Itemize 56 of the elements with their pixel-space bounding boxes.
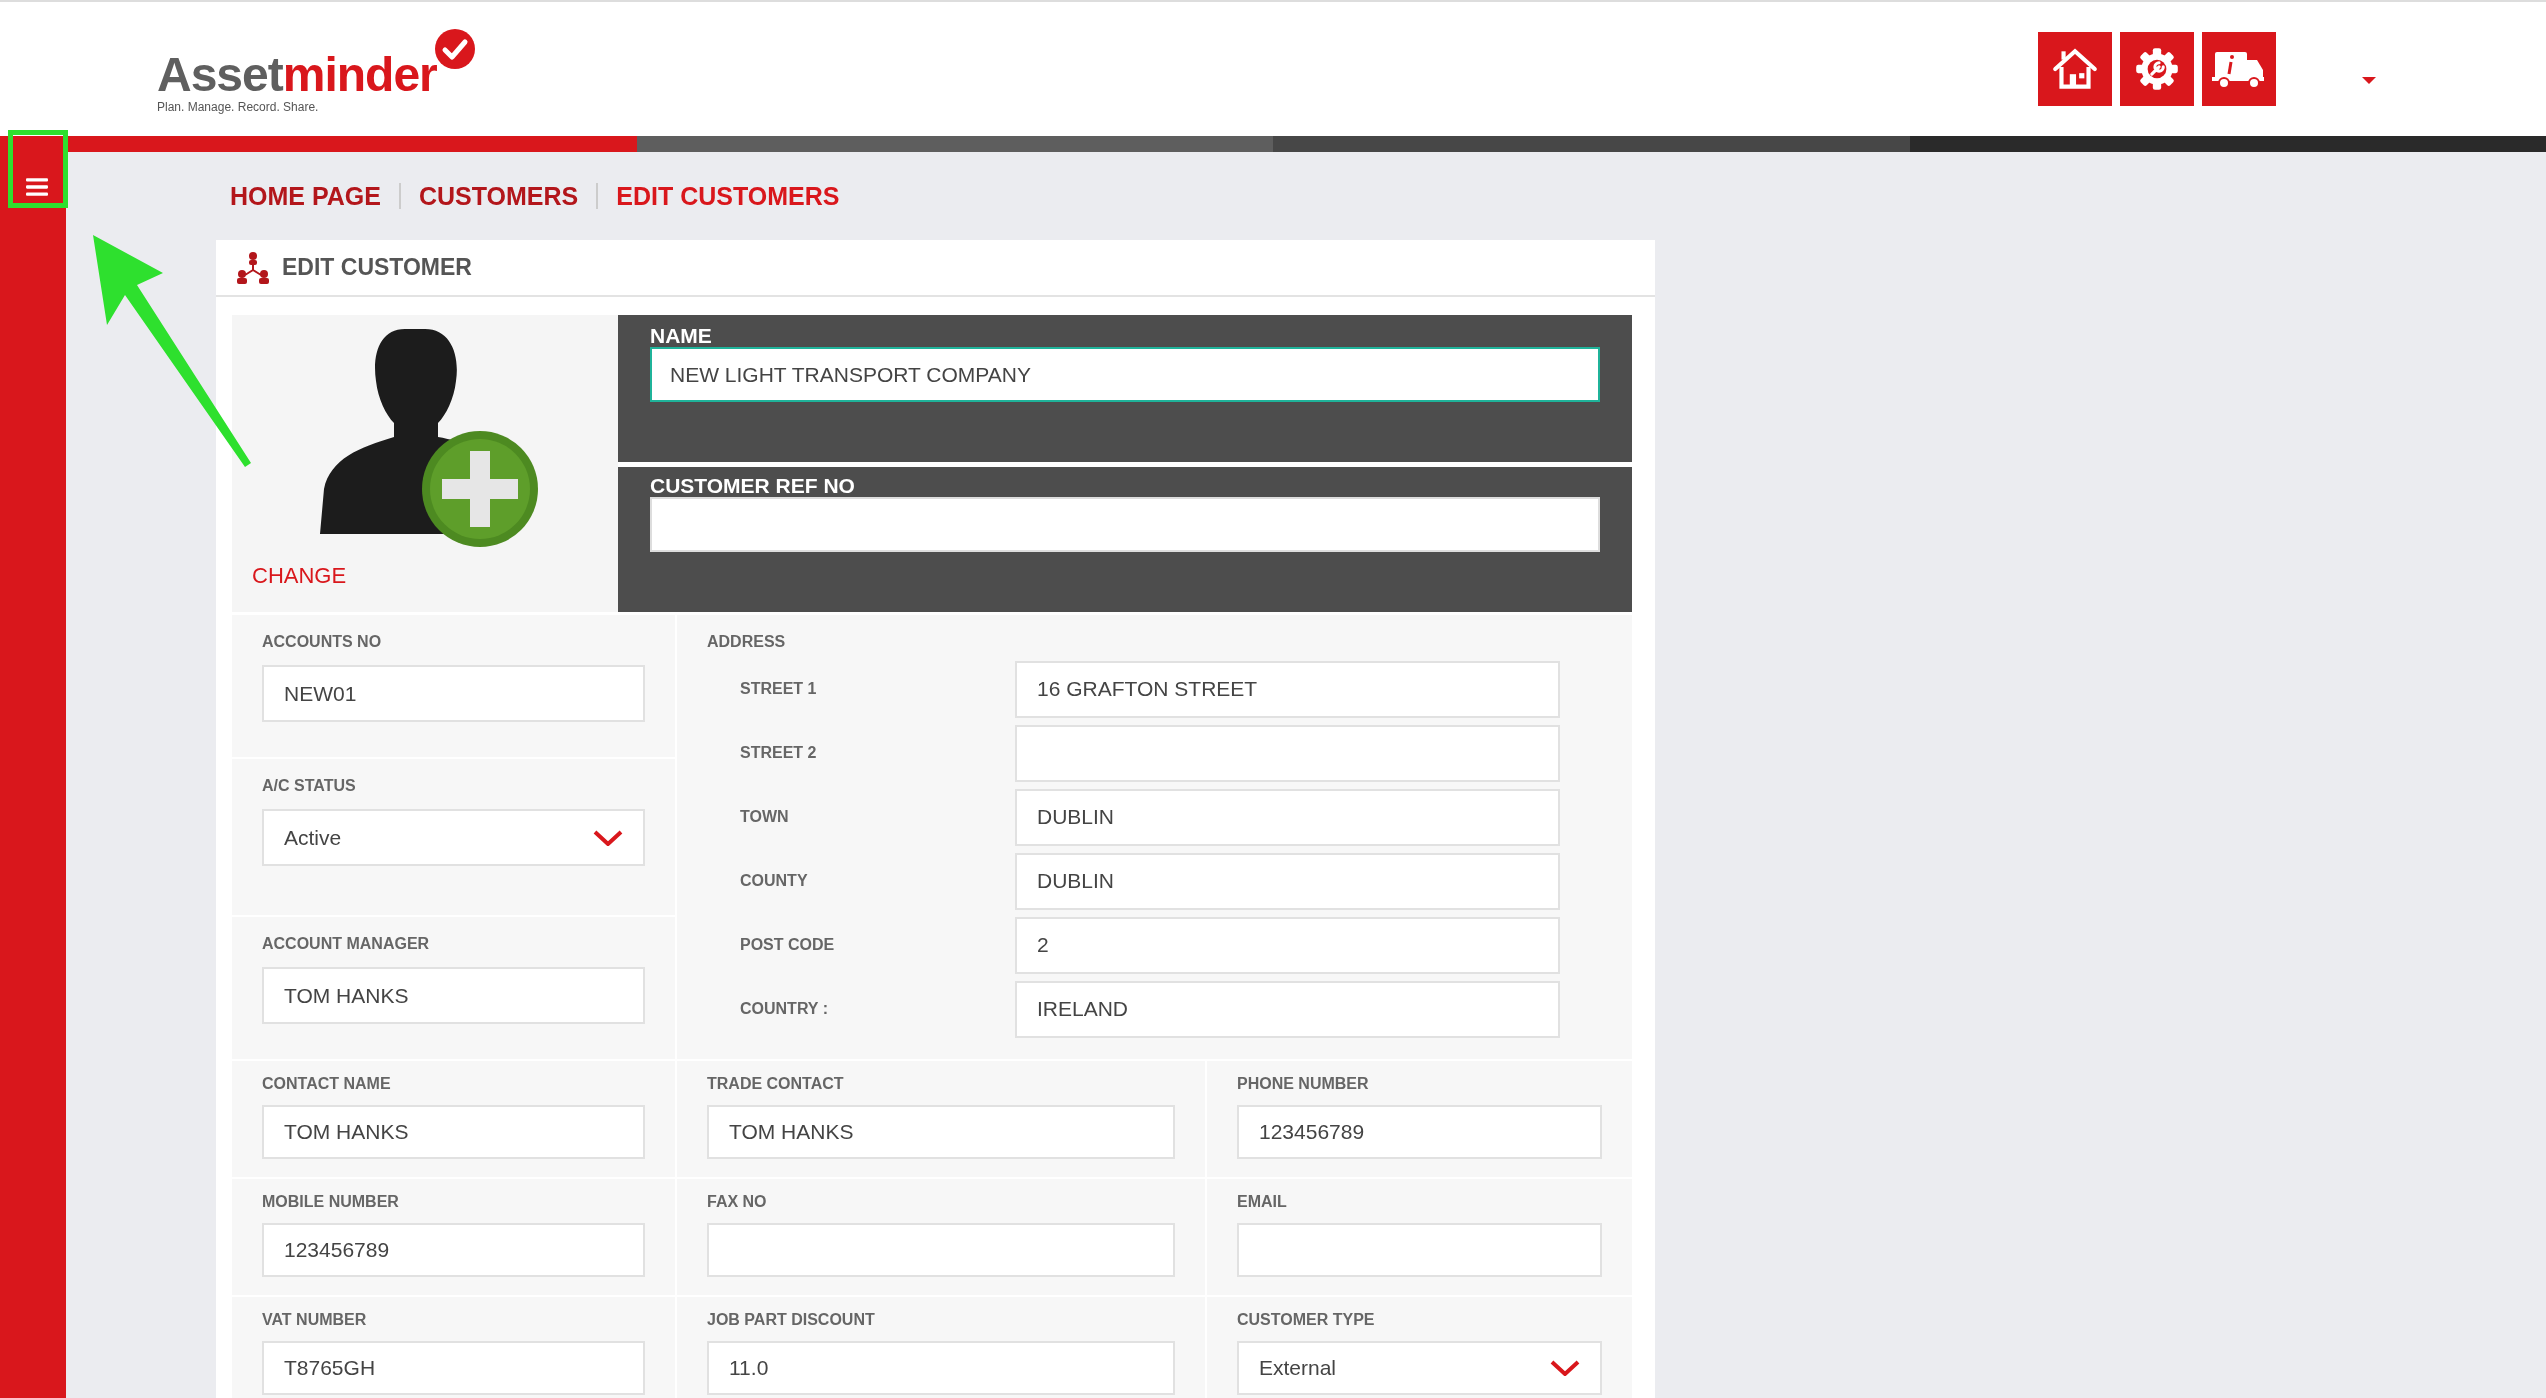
field-label: JOB PART DISCOUNT <box>707 1311 876 1329</box>
home-button[interactable] <box>2038 32 2112 106</box>
field-label: COUNTRY : <box>739 1000 829 1018</box>
input-field[interactable]: NEW01 <box>262 665 645 722</box>
chevron-down-icon <box>593 829 623 846</box>
org-chart-icon <box>236 250 270 285</box>
field-label: TRADE CONTACT <box>707 1075 845 1093</box>
name-input-field[interactable]: NEW LIGHT TRANSPORT COMPANY <box>650 347 1600 402</box>
field-label: NAME <box>650 325 713 347</box>
customer-ref-input-field[interactable] <box>650 497 1600 552</box>
settings-button[interactable] <box>2120 32 2194 106</box>
field-label: MOBILE NUMBER <box>262 1193 400 1211</box>
dropdown-field[interactable]: External <box>1237 1341 1602 1395</box>
card-title: EDIT CUSTOMER <box>282 254 472 281</box>
menu-icon <box>26 178 48 196</box>
field-label: ACCOUNT MANAGER <box>262 935 431 953</box>
field-label: CUSTOMER REF NO <box>650 475 856 497</box>
input-field[interactable]: TOM HANKS <box>262 967 645 1024</box>
field-label: PHONE NUMBER <box>1237 1075 1370 1093</box>
field-label: EMAIL <box>1237 1193 1288 1211</box>
field-label: CUSTOMER TYPE <box>1237 1311 1376 1329</box>
input-field[interactable]: TOM HANKS <box>707 1105 1175 1159</box>
chevron-down-icon <box>1550 1360 1580 1376</box>
input-field[interactable] <box>1237 1223 1602 1277</box>
field-label: VAT NUMBER <box>262 1311 368 1329</box>
field-label: ACCOUNTS NO <box>262 633 383 651</box>
field-label: POST CODE <box>739 936 836 954</box>
input-field[interactable]: IRELAND <box>1015 980 1560 1038</box>
dropdown-caret-icon[interactable] <box>2362 76 2376 84</box>
field-label: TOWN <box>739 808 790 826</box>
field-label: COUNTY <box>739 872 809 890</box>
input-field[interactable]: DUBLIN <box>1015 788 1560 846</box>
field-label: CONTACT NAME <box>262 1075 392 1093</box>
input-field[interactable]: TOM HANKS <box>262 1105 645 1159</box>
logo-tagline: Plan. Manage. Record. Share. <box>157 99 320 114</box>
breadcrumb-link[interactable]: HOME PAGE <box>230 181 381 211</box>
input-field[interactable]: 11.0 <box>707 1341 1175 1395</box>
field-label: STREET 2 <box>739 744 818 762</box>
input-field[interactable]: T8765GH <box>262 1341 645 1395</box>
change-photo-link[interactable]: CHANGE <box>252 563 618 589</box>
dropdown-field[interactable]: Active <box>262 809 645 866</box>
input-field[interactable]: 2 <box>1015 916 1560 974</box>
input-field[interactable]: 16 GRAFTON STREET <box>1015 660 1560 718</box>
input-field[interactable]: DUBLIN <box>1015 852 1560 910</box>
field-label: STREET 1 <box>739 680 818 698</box>
field-label: A/C STATUS <box>262 777 357 795</box>
input-field[interactable]: 123456789 <box>1237 1105 1602 1159</box>
logo-text: Assetminder <box>157 46 437 102</box>
section-label: ADDRESS <box>707 633 787 651</box>
input-field[interactable] <box>1015 724 1560 782</box>
breadcrumb-link[interactable]: EDIT CUSTOMERS <box>616 181 840 211</box>
breadcrumb-link[interactable]: CUSTOMERS <box>418 181 579 211</box>
input-field[interactable] <box>707 1223 1175 1277</box>
truck-info-button[interactable] <box>2202 32 2276 106</box>
input-field[interactable]: 123456789 <box>262 1223 645 1277</box>
field-label: FAX NO <box>707 1193 768 1211</box>
